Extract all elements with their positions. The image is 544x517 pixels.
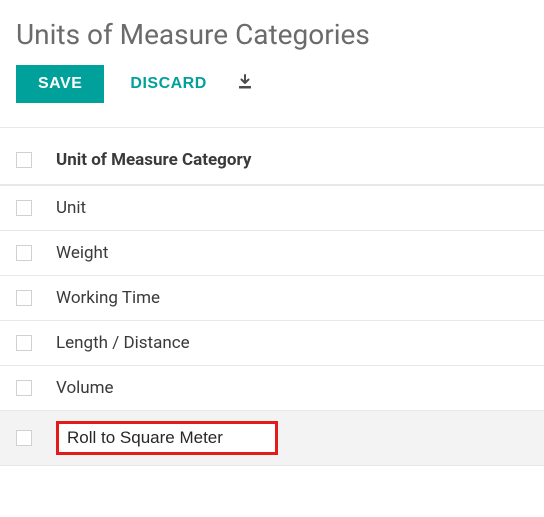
table-row-editing[interactable] (0, 411, 544, 466)
editing-cell (56, 421, 278, 455)
table-row[interactable]: Length / Distance (0, 321, 544, 366)
row-label: Unit (56, 196, 86, 220)
category-name-input[interactable] (67, 428, 267, 448)
row-label: Length / Distance (56, 331, 190, 355)
row-checkbox[interactable] (16, 335, 32, 351)
row-checkbox[interactable] (16, 380, 32, 396)
toolbar: SAVE DISCARD (0, 65, 544, 127)
select-all-checkbox[interactable] (16, 152, 32, 168)
table-row[interactable]: Unit (0, 186, 544, 231)
row-label: Working Time (56, 286, 160, 310)
table-row[interactable]: Weight (0, 231, 544, 276)
page-title: Units of Measure Categories (0, 0, 544, 65)
row-checkbox[interactable] (16, 290, 32, 306)
row-label: Weight (56, 241, 108, 265)
discard-button[interactable]: DISCARD (126, 65, 210, 103)
save-button[interactable]: SAVE (16, 65, 104, 103)
column-header-category[interactable]: Unit of Measure Category (56, 150, 251, 170)
row-label: Volume (56, 376, 114, 400)
row-checkbox[interactable] (16, 430, 32, 446)
table-header-row: Unit of Measure Category (0, 128, 544, 185)
table-row[interactable]: Working Time (0, 276, 544, 321)
table-body: Unit Weight Working Time Length / Distan… (0, 185, 544, 466)
row-checkbox[interactable] (16, 245, 32, 261)
row-checkbox[interactable] (16, 200, 32, 216)
import-icon[interactable] (233, 70, 257, 99)
table-row[interactable]: Volume (0, 366, 544, 411)
